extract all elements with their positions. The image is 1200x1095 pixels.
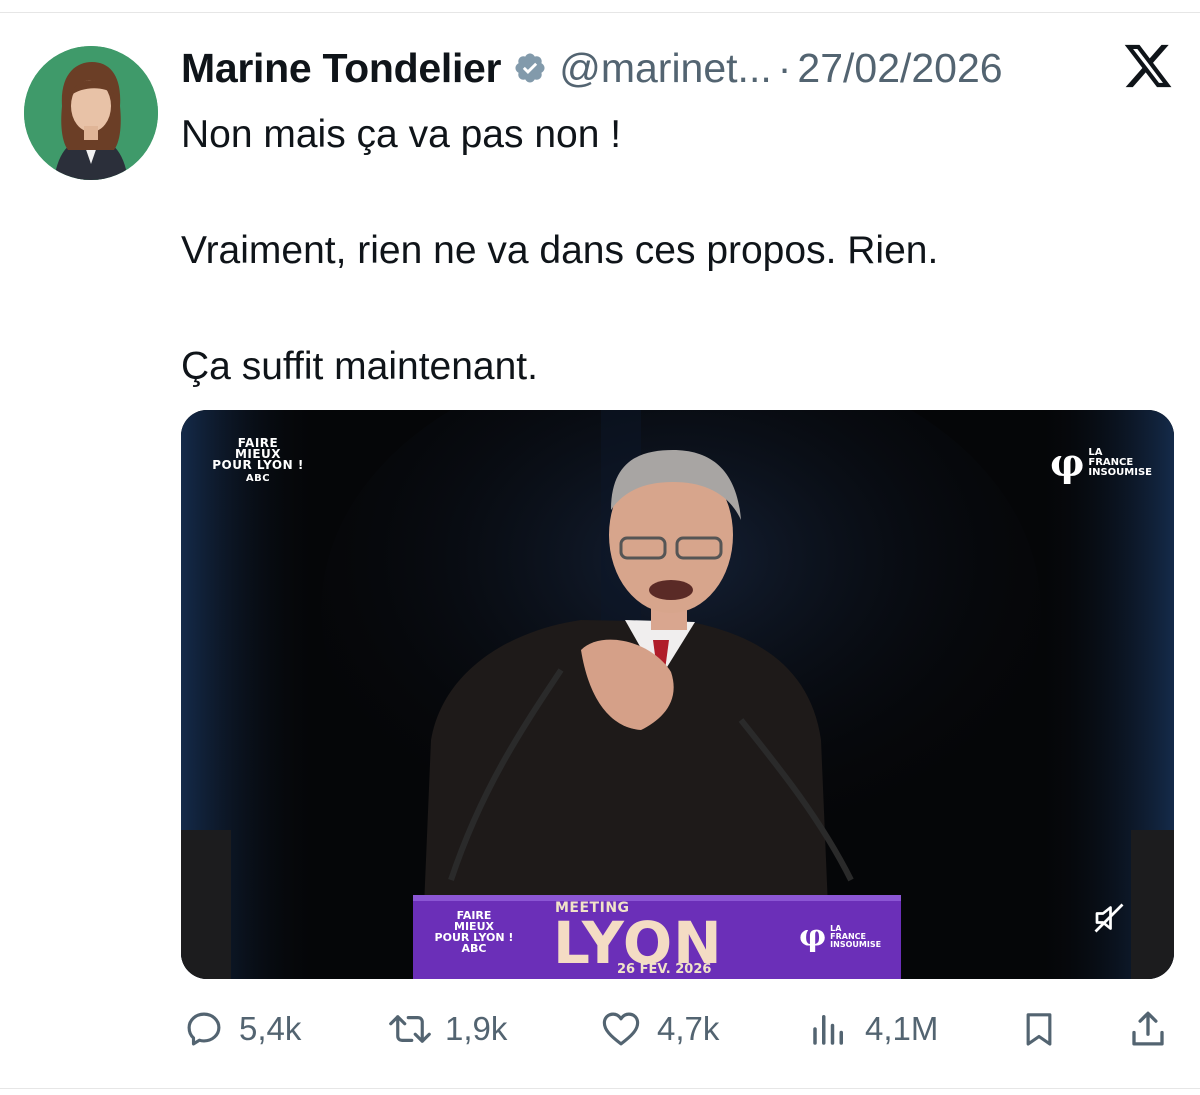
- podium-lfi-logo: φ LA FRANCE INSOUMISE: [799, 919, 882, 954]
- like-button[interactable]: 4,7k: [599, 1004, 719, 1054]
- video-frame: [181, 410, 1174, 979]
- tweet-line: Non mais ça va pas non !: [181, 113, 622, 156]
- top-divider: [0, 12, 1200, 13]
- tweet-text: Non mais ça va pas non ! Vraiment, rien …: [181, 106, 1141, 396]
- bookmark-icon: [1026, 1013, 1052, 1046]
- tweet-actions: 5,4k 1,9k 4,7k 4,1M: [181, 1004, 1174, 1054]
- like-icon: [602, 1012, 640, 1046]
- repost-button[interactable]: 1,9k: [385, 1004, 507, 1054]
- x-logo-icon: [1122, 40, 1174, 92]
- tweet-line: Vraiment, rien ne va dans ces propos. Ri…: [181, 229, 939, 272]
- display-name[interactable]: Marine Tondelier: [181, 45, 502, 92]
- tweet-header: Marine Tondelier @marinet... · 27/02/202…: [181, 38, 1101, 98]
- tweet-line: Ça suffit maintenant.: [181, 345, 538, 388]
- reply-count: 5,4k: [239, 1010, 302, 1047]
- video-brand-top-left: FAIRE MIEUX POUR LYON ! ABC: [212, 436, 304, 484]
- share-icon: [1132, 1011, 1164, 1046]
- mute-icon[interactable]: [1091, 900, 1127, 936]
- lfi-phi-icon: φ: [1049, 440, 1085, 485]
- bottom-divider: [0, 1088, 1200, 1089]
- podium-brand: FAIRE MIEUX POUR LYON ! ABC: [434, 909, 514, 955]
- views-icon: [813, 1015, 843, 1045]
- lfi-phi-icon: φ: [799, 919, 827, 954]
- verified-badge-icon: [513, 51, 547, 85]
- like-count: 4,7k: [657, 1010, 720, 1047]
- video-player[interactable]: FAIRE MIEUX POUR LYON ! ABC φ LA FRANCE …: [181, 410, 1174, 979]
- share-button[interactable]: [1127, 1004, 1169, 1054]
- separator-dot: ·: [777, 44, 792, 91]
- reply-button[interactable]: 5,4k: [183, 1004, 301, 1054]
- views-count: 4,1M: [865, 1010, 939, 1047]
- repost-count: 1,9k: [445, 1010, 508, 1047]
- bookmark-button[interactable]: [1019, 1004, 1059, 1054]
- repost-icon: [389, 1015, 431, 1043]
- podium-date: 26 FÉV. 2026: [617, 962, 712, 977]
- views-button[interactable]: 4,1M: [807, 1004, 938, 1054]
- reply-icon: [187, 1012, 221, 1046]
- avatar[interactable]: [24, 46, 158, 180]
- timestamp[interactable]: 27/02/2026: [797, 45, 1002, 92]
- video-brand-lfi-top-right: φ LA FRANCE INSOUMISE: [1049, 440, 1152, 485]
- handle[interactable]: @marinet...: [559, 45, 772, 92]
